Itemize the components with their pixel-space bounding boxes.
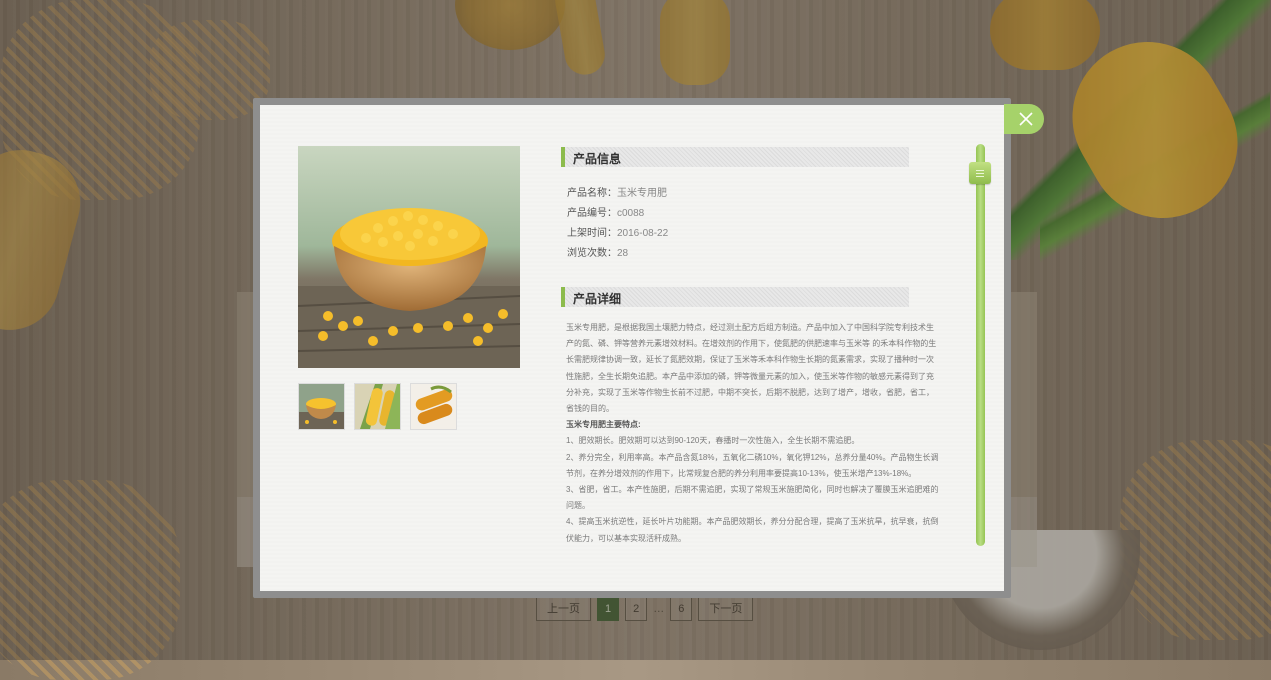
product-thumbnail-1[interactable] [298,383,345,430]
feature-item: 2、养分完全，利用率高。本产品含氮18%，五氧化二磷10%，氧化钾12%，总养分… [566,452,939,478]
scrollbar-track[interactable] [976,144,985,546]
product-thumbnail-3[interactable] [410,383,457,430]
info-label: 产品名称： [567,188,617,199]
product-detail-title: 产品详细 [573,292,622,306]
close-button[interactable] [1004,104,1044,134]
info-value: c0088 [617,208,645,219]
product-detail-header: 产品详细 [561,287,909,307]
info-value: 28 [617,248,629,259]
info-label: 上架时间： [567,228,617,239]
product-info-header: 产品信息 [561,147,909,167]
info-label: 产品编号： [567,208,617,219]
feature-item: 3、省肥，省工。本产性施肥，后期不需追肥，实现了常规玉米施肥简化，同时也解决了覆… [566,485,939,511]
feature-item: 4、提高玉米抗逆性，延长叶片功能期。本产品肥效期长，养分分配合理，提高了玉米抗旱… [566,517,939,543]
close-icon [1019,112,1033,126]
product-detail-content: 玉米专用肥，是根据我国土壤肥力特点，经过测土配方后组方制造。产品中加入了中国科学… [566,320,940,547]
product-info-title: 产品信息 [573,152,622,166]
product-thumbnail-2[interactable] [354,383,401,430]
info-value: 玉米专用肥 [617,188,667,199]
info-row-views: 浏览次数：28 [567,244,628,259]
detail-paragraph: 玉米专用肥，是根据我国土壤肥力特点，经过测土配方后组方制造。产品中加入了中国科学… [566,323,937,414]
feature-item: 1、肥效期长。肥效期可以达到90-120天，春播时一次性施入，全生长期不需追肥。 [566,436,860,446]
info-row-date: 上架时间：2016-08-22 [567,224,668,239]
scrollbar-thumb[interactable] [969,162,991,184]
info-label: 浏览次数： [567,248,617,259]
info-row-code: 产品编号：c0088 [567,204,644,219]
features-title: 玉米专用肥主要特点: [566,420,641,430]
product-main-image [298,146,520,368]
info-value: 2016-08-22 [617,228,669,239]
info-row-name: 产品名称：玉米专用肥 [567,184,667,199]
